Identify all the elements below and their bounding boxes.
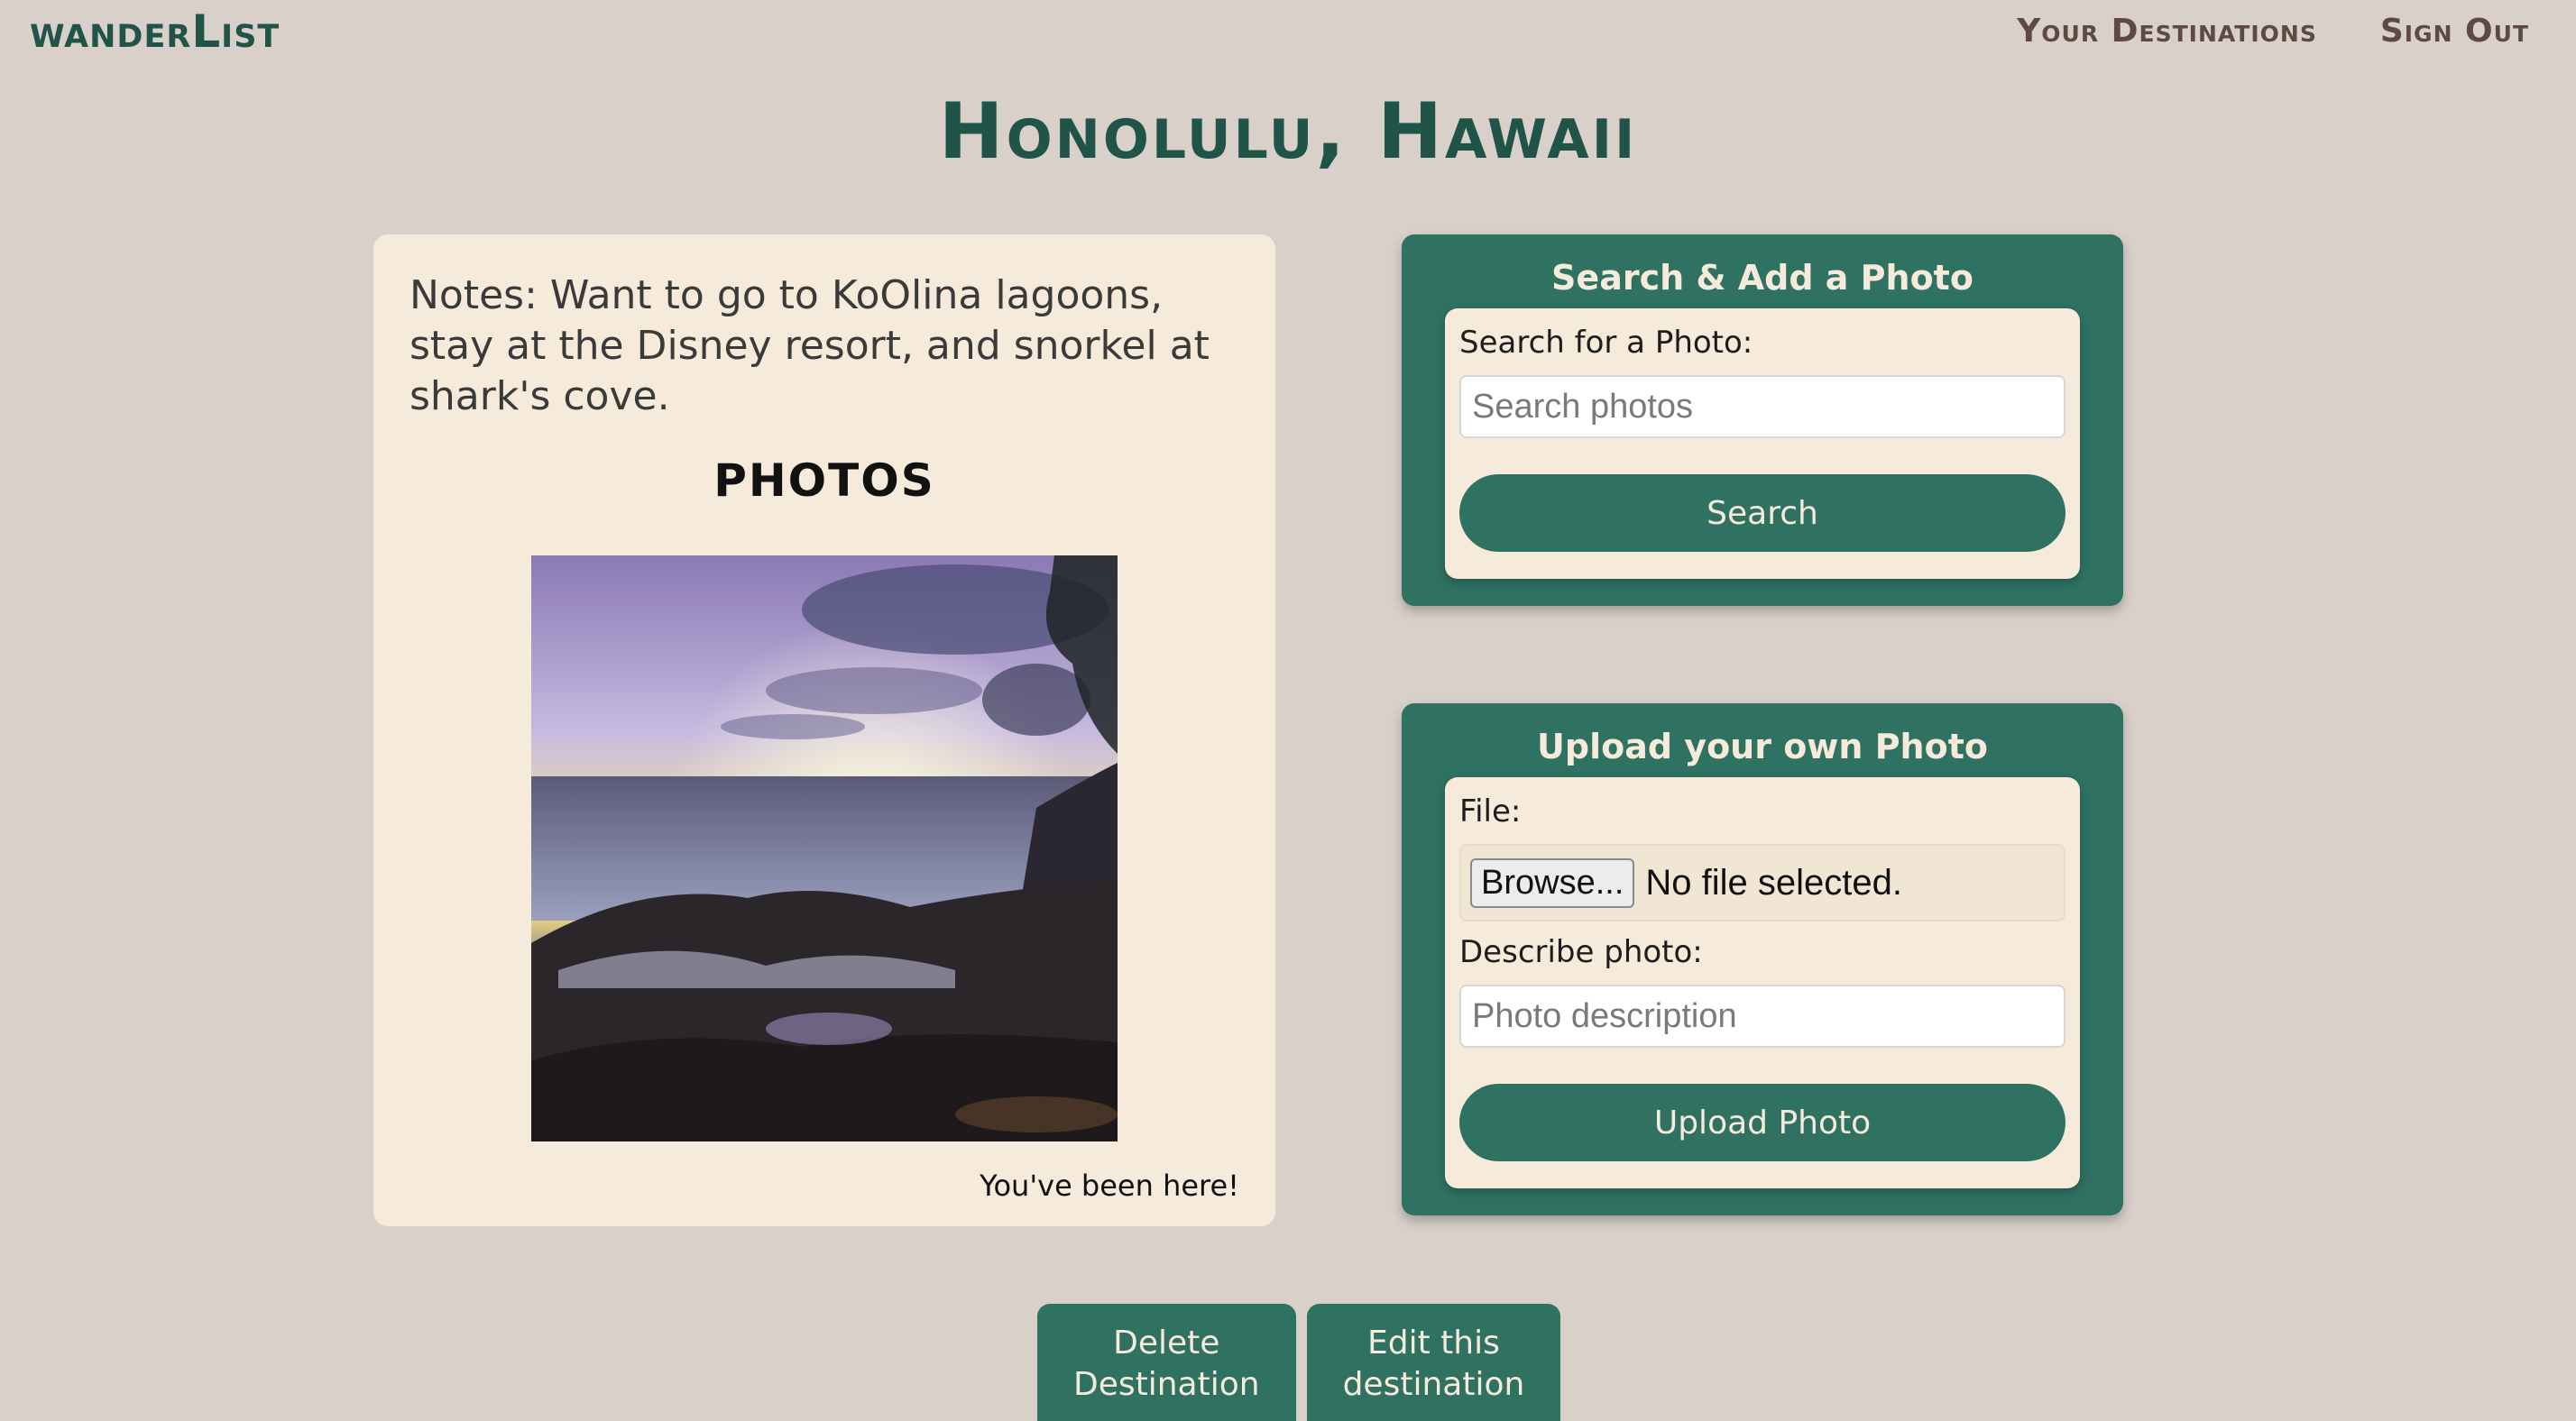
upload-panel-body: File: Browse... No file selected. Descri…	[1445, 777, 2080, 1188]
file-status: No file selected.	[1645, 862, 1902, 903]
search-photo-panel: Search & Add a Photo Search for a Photo:…	[1402, 234, 2123, 606]
upload-panel-title: Upload your own Photo	[1537, 727, 1988, 766]
nav-your-destinations[interactable]: Your Destinations	[2017, 13, 2317, 50]
destination-notes: Notes: Want to go to KoOlina lagoons, st…	[409, 272, 1210, 419]
visited-label: You've been here!	[980, 1169, 1239, 1203]
file-label: File:	[1459, 793, 1522, 830]
top-nav: Your Destinations Sign Out	[2017, 13, 2529, 50]
browse-button[interactable]: Browse...	[1470, 857, 1635, 908]
photos-heading: PHOTOS	[713, 454, 935, 507]
page-title: Honolulu, Hawaii	[938, 87, 1638, 177]
describe-label: Describe photo:	[1459, 934, 1703, 970]
destination-photo[interactable]	[531, 555, 1118, 1141]
brand-logo[interactable]: wanderList	[30, 5, 280, 58]
upload-photo-button[interactable]: Upload Photo	[1459, 1084, 2065, 1161]
upload-photo-panel: Upload your own Photo File: Browse... No…	[1402, 703, 2123, 1215]
search-panel-title: Search & Add a Photo	[1551, 258, 1973, 298]
file-picker[interactable]: Browse... No file selected.	[1459, 844, 2065, 921]
search-label: Search for a Photo:	[1459, 325, 1753, 361]
destination-card: Notes: Want to go to KoOlina lagoons, st…	[373, 234, 1275, 1226]
delete-destination-button[interactable]: Delete Destination	[1037, 1304, 1296, 1421]
edit-destination-button[interactable]: Edit this destination	[1306, 1304, 1561, 1421]
photo-container	[409, 555, 1239, 1141]
search-input[interactable]	[1459, 375, 2065, 438]
nav-sign-out[interactable]: Sign Out	[2380, 13, 2529, 50]
search-button[interactable]: Search	[1459, 474, 2065, 552]
photo-description-input[interactable]	[1459, 985, 2065, 1048]
destination-actions: Delete Destination Edit this destination	[1037, 1304, 1561, 1421]
search-panel-body: Search for a Photo: Search	[1445, 308, 2080, 579]
